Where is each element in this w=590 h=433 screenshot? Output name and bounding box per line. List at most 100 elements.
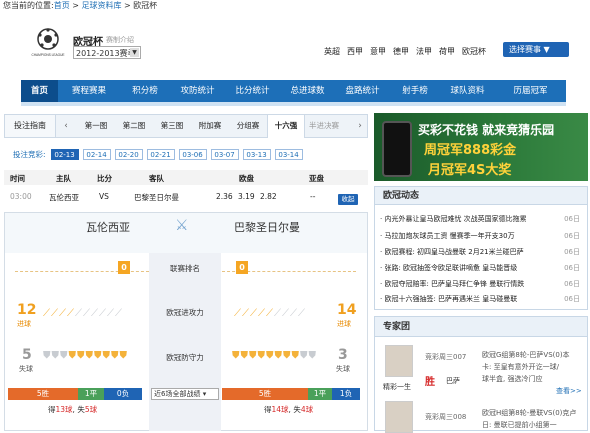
odds-away: 2.82: [260, 192, 277, 201]
odds-draw: 3.19: [238, 192, 255, 201]
date-button[interactable]: 03-14: [274, 149, 303, 160]
nav-attack-defense[interactable]: 攻防统计: [170, 80, 225, 102]
tab-round[interactable]: 第二图: [115, 115, 153, 138]
date-button[interactable]: 02-20: [114, 149, 143, 160]
season-value: 2012-2013赛季: [76, 49, 136, 58]
season-select[interactable]: 2012-2013赛季 ▼: [73, 46, 141, 59]
match-home: 瓦伦西亚: [49, 193, 79, 202]
away-attack-icons: ⟋⟋⟋⟋⟋⟋⟋⟋⟋: [234, 308, 306, 319]
collapse-button[interactable]: 收起: [338, 194, 358, 205]
nav-fixtures[interactable]: 赛程赛果: [58, 80, 120, 102]
table-row[interactable]: 03:00 瓦伦西亚 VS 巴黎圣日尔曼 2.36 3.19 2.82 --: [4, 188, 368, 206]
summary-text: , 失: [288, 405, 301, 414]
league-link[interactable]: 德甲: [393, 46, 409, 57]
promo-banner[interactable]: 买彩不花钱 就来竞猜乐园 周冠军888彩金 月冠军4S大奖: [374, 113, 588, 181]
nav-scorers[interactable]: 射手榜: [390, 80, 440, 102]
nav-teams[interactable]: 球队资料: [440, 80, 495, 102]
col-asia: 亚盘: [309, 174, 324, 183]
league-links: 英超 西甲 意甲 德甲 法甲 荷甲 欧冠杯: [324, 46, 493, 57]
summary-text: 得: [264, 405, 272, 414]
league-link[interactable]: 荷甲: [439, 46, 455, 57]
league-link[interactable]: 意甲: [370, 46, 386, 57]
tab-round[interactable]: 分组赛: [229, 115, 267, 138]
home-defense-icons: ⛊⛊⛊⛊⛊⛊⛊⛊⛊⛊: [43, 350, 128, 361]
news-date: 06日: [564, 280, 580, 288]
news-date: 06日: [564, 264, 580, 272]
nav-champions[interactable]: 历届冠军: [495, 80, 566, 102]
champions-league-logo: CHAMPIONS LEAGUE: [30, 25, 66, 65]
asia-odds: --: [310, 192, 316, 201]
nav-standings[interactable]: 积分榜: [120, 80, 170, 102]
away-losses: 1负: [332, 388, 360, 400]
chevron-left-icon[interactable]: ‹: [59, 115, 73, 137]
league-link[interactable]: 西甲: [347, 46, 363, 57]
date-button[interactable]: 02-13: [50, 149, 79, 160]
col-score: 比分: [97, 174, 112, 183]
expert-text: 欧冠G组第8轮-巴萨VS(0)本: [482, 351, 570, 359]
match-score: VS: [99, 192, 109, 201]
crossed-swords-icon: ⚔: [175, 216, 189, 234]
breadcrumb-home-link[interactable]: 首页: [54, 1, 70, 10]
date-filter: 投注竞彩: 02-13 02-14 02-20 02-21 03-06 03-0…: [13, 149, 307, 160]
league-link[interactable]: 法甲: [416, 46, 432, 57]
away-defense-icons: ⛊⛊⛊⛊⛊⛊⛊⛊⛊⛊: [232, 350, 317, 361]
match-table-header: 时间 主队 比分 客队 欧盘 亚盘: [4, 170, 368, 185]
date-button[interactable]: 03-06: [178, 149, 207, 160]
date-button[interactable]: 02-21: [146, 149, 175, 160]
league-link[interactable]: 英超: [324, 46, 340, 57]
breadcrumb-current: 欧冠杯: [133, 1, 158, 10]
away-conceded-label: 失球: [336, 365, 350, 373]
breadcrumb-library-link[interactable]: 足球资料库: [82, 1, 122, 10]
breadcrumb-prefix: 您当前的位置:: [3, 1, 54, 10]
expert-text: 球半盒, 强选冷门应: [482, 375, 543, 383]
breadcrumb: 您当前的位置:首页 > 足球资料库 > 欧冠杯: [3, 0, 157, 11]
date-button[interactable]: 03-13: [242, 149, 271, 160]
more-link[interactable]: 查看>>: [556, 386, 582, 396]
avatar[interactable]: [385, 345, 413, 377]
home-rank-badge: 0: [118, 261, 130, 274]
expert-result: 胜: [425, 377, 435, 388]
nav-total-goals[interactable]: 总进球数: [280, 80, 335, 102]
away-draws: 1平: [308, 388, 332, 400]
away-scored: 14球: [271, 405, 289, 414]
nav-shadow: [21, 102, 566, 106]
competition-intro-link[interactable]: 赛制介绍: [106, 35, 134, 45]
tab-round[interactable]: 半进决赛: [305, 115, 343, 138]
betting-guide-tab[interactable]: 投注指南: [5, 115, 56, 137]
avatar[interactable]: [385, 401, 413, 433]
home-summary: 得13球, 失5球: [48, 404, 97, 415]
expert-name[interactable]: 竞彩周三008: [425, 412, 466, 422]
breadcrumb-sep: >: [121, 1, 134, 10]
odds-home: 2.36: [216, 192, 233, 201]
tab-round[interactable]: 附加赛: [191, 115, 229, 138]
tab-round-active[interactable]: 十六强: [267, 115, 305, 138]
tab-round[interactable]: 第一图: [77, 115, 115, 138]
breadcrumb-sep: >: [69, 1, 82, 10]
news-text: · 马拉加炮灰球员工资 慢赛季一年开支30万: [380, 232, 515, 240]
expert-name[interactable]: 竞彩周三007: [425, 352, 466, 362]
date-button[interactable]: 03-07: [210, 149, 239, 160]
summary-text: 得: [48, 405, 56, 414]
nav-handicap[interactable]: 盘路统计: [335, 80, 390, 102]
away-rank-badge: 0: [236, 261, 248, 274]
news-text: · 欧冠夺冠赔率: 巴萨皇马拜仁争锋 曼联行情跌: [380, 280, 525, 288]
choose-competition-button[interactable]: 选择赛事 ▼: [503, 42, 569, 57]
nav-home[interactable]: 首页: [21, 80, 58, 102]
news-date: 06日: [564, 232, 580, 240]
rank-label: 联赛排名: [170, 264, 200, 273]
home-lost: 5球: [84, 405, 98, 414]
tab-round[interactable]: 第三图: [153, 115, 191, 138]
banner-line3: 月冠军4S大奖: [428, 163, 512, 178]
choose-label: 选择赛事: [509, 45, 541, 54]
date-button[interactable]: 02-14: [82, 149, 111, 160]
away-lost: 4球: [300, 405, 314, 414]
chevron-right-icon[interactable]: ›: [353, 115, 367, 137]
league-link[interactable]: 欧冠杯: [462, 46, 486, 57]
banner-line2: 周冠军888彩金: [424, 143, 517, 158]
home-goals: 12: [17, 302, 37, 318]
recent-record-select[interactable]: 近6场全部战绩 ▾: [151, 388, 219, 400]
home-wdl-bar: 5胜 1平 0负: [8, 388, 142, 400]
nav-score-stats[interactable]: 比分统计: [225, 80, 280, 102]
round-tab-bar: 投注指南 ‹ 第一图 第二图 第三图 附加赛 分组赛 十六强 半进决赛 ›: [4, 114, 368, 138]
date-filter-label: 投注竞彩:: [13, 150, 46, 159]
